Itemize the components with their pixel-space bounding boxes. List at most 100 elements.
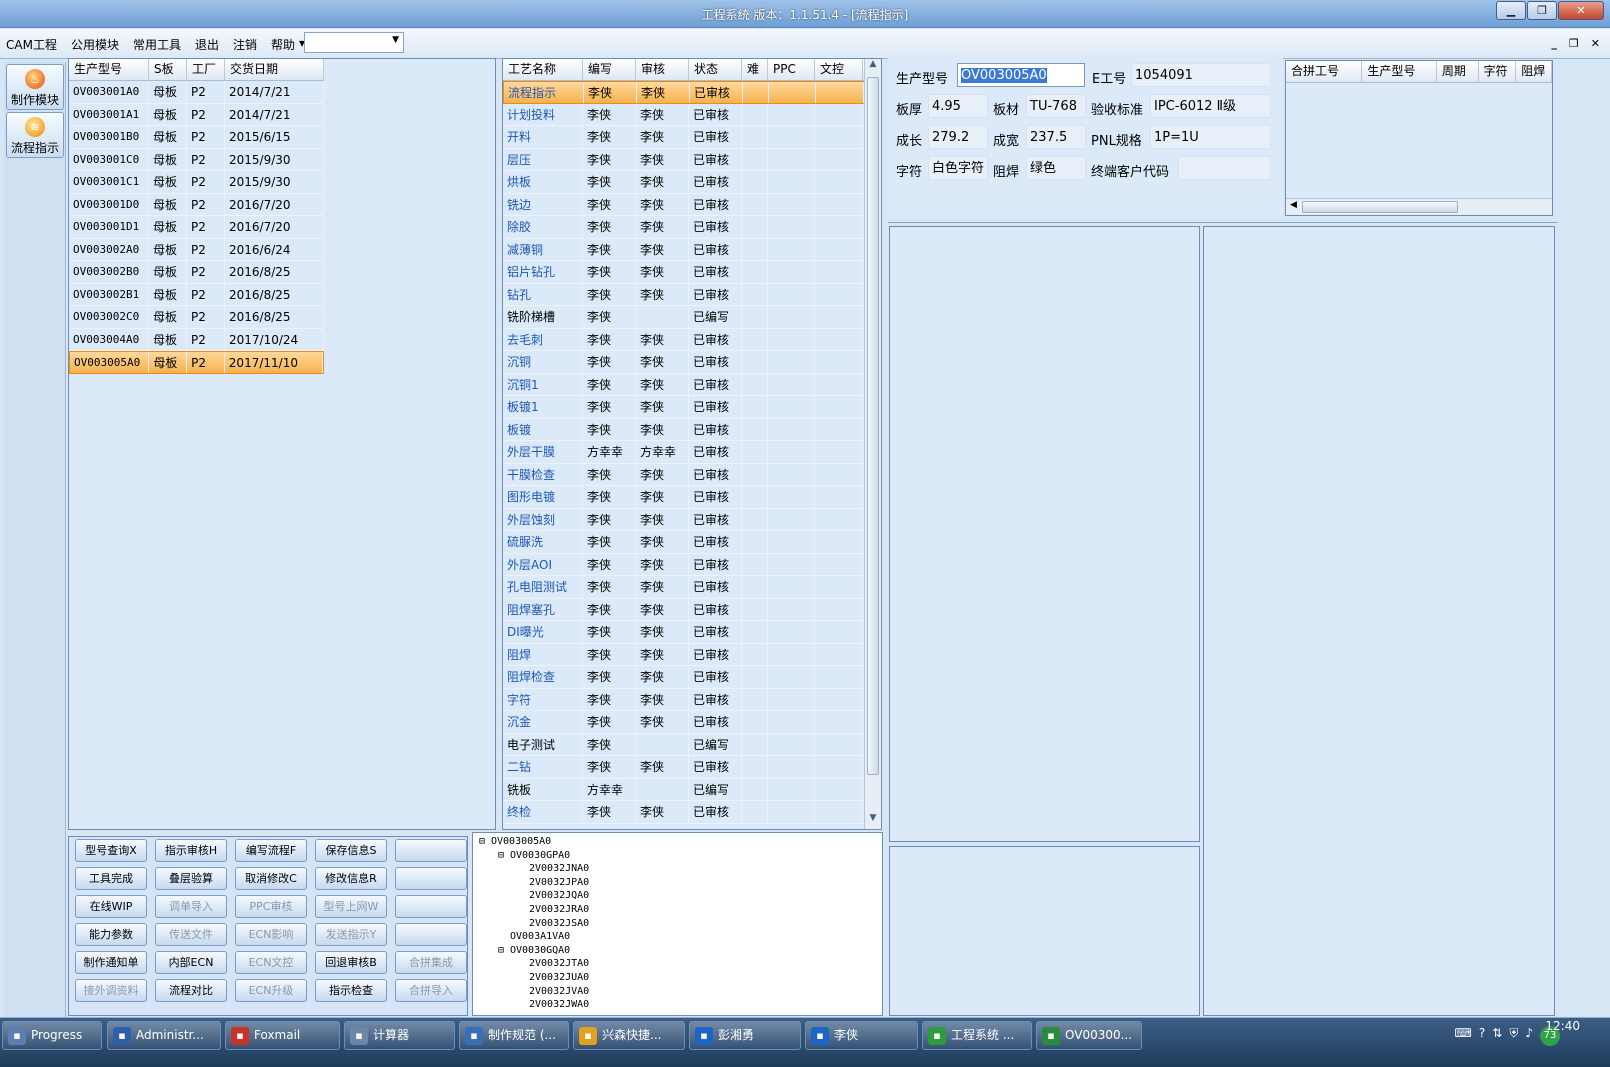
tree-node[interactable]: 2V0032JQA0 bbox=[529, 889, 589, 902]
tree-node[interactable]: 2V0032JUA0 bbox=[529, 971, 589, 984]
column-header[interactable]: 文控 bbox=[815, 59, 863, 80]
table-row[interactable]: 外层干膜 方幸幸 方幸幸 已审核 bbox=[503, 441, 865, 464]
table-row[interactable]: OV003005A0 母板 P2 2017/11/10 bbox=[69, 351, 324, 374]
table-row[interactable]: 开料 李侠 李侠 已审核 bbox=[503, 126, 865, 149]
taskbar-item[interactable]: ▪ OV00300... bbox=[1036, 1021, 1142, 1050]
table-row[interactable]: OV003001A0 母板 P2 2014/7/21 bbox=[69, 81, 324, 104]
menu-item[interactable]: 帮助 bbox=[271, 36, 295, 53]
nav-flow-button[interactable]: ≋ 流程指示 bbox=[6, 112, 64, 158]
scroll-down-icon[interactable]: ▼ bbox=[865, 813, 881, 829]
column-header[interactable]: 生产型号 bbox=[69, 59, 149, 80]
action-button[interactable]: 回退审核B bbox=[315, 951, 387, 974]
action-button[interactable] bbox=[395, 895, 467, 918]
table-row[interactable]: 阻焊塞孔 李侠 李侠 已审核 bbox=[503, 598, 865, 621]
action-button[interactable]: ECN文控 bbox=[235, 951, 307, 974]
table-row[interactable]: 铣边 李侠 李侠 已审核 bbox=[503, 193, 865, 216]
table-row[interactable]: 板镀1 李侠 李侠 已审核 bbox=[503, 396, 865, 419]
table-row[interactable]: OV003001C0 母板 P2 2015/9/30 bbox=[69, 148, 324, 171]
table-row[interactable]: 外层蚀刻 李侠 李侠 已审核 bbox=[503, 508, 865, 531]
thickness-field[interactable]: 4.95 bbox=[928, 94, 988, 118]
table-row[interactable]: 二钻 李侠 李侠 已审核 bbox=[503, 756, 865, 779]
scroll-left-icon[interactable]: ◀ bbox=[1290, 200, 1297, 210]
table-row[interactable]: OV003002B0 母板 P2 2016/8/25 bbox=[69, 261, 324, 284]
width-field[interactable]: 237.5 bbox=[1026, 125, 1086, 149]
table-row[interactable]: 孔电阻测试 李侠 李侠 已审核 bbox=[503, 576, 865, 599]
table-row[interactable]: 图形电镀 李侠 李侠 已审核 bbox=[503, 486, 865, 509]
tree-node[interactable]: 2V0032JWA0 bbox=[529, 998, 589, 1011]
taskbar-item[interactable]: ▪ 李侠 bbox=[805, 1021, 918, 1050]
taskbar-item[interactable]: ▪ 兴森快捷... bbox=[573, 1021, 685, 1050]
tree-node[interactable]: 2V0032JNA0 bbox=[529, 862, 589, 875]
table-row[interactable]: 沉金 李侠 李侠 已审核 bbox=[503, 711, 865, 734]
customer-code-field[interactable] bbox=[1178, 156, 1271, 180]
action-button[interactable]: 调单导入 bbox=[155, 895, 227, 918]
tree-node[interactable]: OV0030GPA0 bbox=[510, 849, 570, 862]
table-row[interactable]: 沉铜1 李侠 李侠 已审核 bbox=[503, 373, 865, 396]
table-row[interactable]: 终检 李侠 李侠 已审核 bbox=[503, 801, 865, 824]
tree-node[interactable]: 2V0032JPA0 bbox=[529, 876, 589, 889]
action-button[interactable]: 合拼集成 bbox=[395, 951, 467, 974]
action-button[interactable]: 取消修改C bbox=[235, 867, 307, 890]
table-row[interactable]: 减薄铜 李侠 李侠 已审核 bbox=[503, 238, 865, 261]
column-header[interactable]: 审核 bbox=[636, 59, 689, 80]
scroll-up-icon[interactable]: ▲ bbox=[865, 59, 881, 75]
tree-node[interactable]: OV003A1VA0 bbox=[510, 930, 570, 943]
mdi-minimize-icon[interactable]: _ bbox=[1551, 37, 1557, 50]
taskbar-item[interactable]: ▪ 彭湘勇 bbox=[689, 1021, 801, 1050]
tree-node[interactable]: 2V0032JTA0 bbox=[529, 957, 589, 970]
column-header[interactable]: 阻焊 bbox=[1516, 61, 1553, 82]
action-button[interactable]: 在线WIP bbox=[75, 895, 147, 918]
table-row[interactable]: OV003002B1 母板 P2 2016/8/25 bbox=[69, 283, 324, 306]
table-row[interactable]: OV003001A1 母板 P2 2014/7/21 bbox=[69, 103, 324, 126]
scroll-thumb[interactable] bbox=[867, 77, 879, 775]
table-row[interactable]: OV003001D1 母板 P2 2016/7/20 bbox=[69, 216, 324, 239]
table-row[interactable]: 板镀 李侠 李侠 已审核 bbox=[503, 418, 865, 441]
table-row[interactable]: OV003004A0 母板 P2 2017/10/24 bbox=[69, 328, 324, 351]
table-row[interactable]: 铣阶梯槽 李侠 已编写 bbox=[503, 306, 865, 329]
tree-node[interactable]: 2V0032JVA0 bbox=[529, 985, 589, 998]
tree-collapse-icon[interactable]: ⊟ bbox=[498, 849, 504, 862]
column-header[interactable]: 合拼工号 bbox=[1286, 61, 1363, 82]
help-icon[interactable]: ? bbox=[1479, 1026, 1485, 1046]
tree-node[interactable]: 2V0032JRA0 bbox=[529, 903, 589, 916]
column-header[interactable]: 工厂 bbox=[187, 59, 225, 80]
taskbar-item[interactable]: ▪ 制作规范 (... bbox=[459, 1021, 569, 1050]
action-button[interactable]: 叠层验算 bbox=[155, 867, 227, 890]
action-button[interactable] bbox=[395, 923, 467, 946]
table-row[interactable]: 字符 李侠 李侠 已审核 bbox=[503, 688, 865, 711]
taskbar-item[interactable]: ▪ Administr... bbox=[107, 1021, 221, 1050]
shield-icon[interactable]: ⛨ bbox=[1509, 1026, 1518, 1046]
process-scrollbar[interactable]: ▲ ▼ bbox=[864, 59, 881, 829]
table-row[interactable]: DI曝光 李侠 李侠 已审核 bbox=[503, 621, 865, 644]
tree-collapse-icon[interactable]: ⊟ bbox=[479, 835, 485, 848]
network-icon[interactable]: ⇅ bbox=[1492, 1026, 1502, 1046]
action-button[interactable]: 发送指示Y bbox=[315, 923, 387, 946]
table-row[interactable]: OV003002C0 母板 P2 2016/8/25 bbox=[69, 306, 324, 329]
action-button[interactable]: 修改信息R bbox=[315, 867, 387, 890]
table-row[interactable]: 铣板 方幸幸 已编写 bbox=[503, 778, 865, 801]
table-row[interactable]: 外层AOI 李侠 李侠 已审核 bbox=[503, 553, 865, 576]
menu-item[interactable]: 退出 bbox=[195, 36, 219, 53]
table-row[interactable]: 沉铜 李侠 李侠 已审核 bbox=[503, 351, 865, 374]
table-row[interactable]: 层压 李侠 李侠 已审核 bbox=[503, 148, 865, 171]
table-row[interactable]: 烘板 李侠 李侠 已审核 bbox=[503, 171, 865, 194]
standard-field[interactable]: IPC-6012 Ⅱ级 bbox=[1150, 94, 1271, 118]
action-button[interactable]: 编写流程F bbox=[235, 839, 307, 862]
maximize-button[interactable]: ❐ bbox=[1527, 1, 1557, 20]
merge-hscrollbar[interactable]: ◀ bbox=[1286, 198, 1552, 215]
action-button[interactable]: 合拼导入 bbox=[395, 979, 467, 1002]
action-button[interactable]: ECN影响 bbox=[235, 923, 307, 946]
table-row[interactable]: 硫脲洗 李侠 李侠 已审核 bbox=[503, 531, 865, 554]
table-row[interactable]: 阻焊 李侠 李侠 已审核 bbox=[503, 643, 865, 666]
action-button[interactable]: 传送文件 bbox=[155, 923, 227, 946]
menu-item[interactable]: 注销 bbox=[233, 36, 257, 53]
column-header[interactable]: 工艺名称 bbox=[503, 59, 583, 80]
action-button[interactable] bbox=[395, 839, 467, 862]
column-header[interactable]: S板 bbox=[149, 59, 187, 80]
column-header[interactable]: 字符 bbox=[1479, 61, 1517, 82]
action-button[interactable]: 接外调资料 bbox=[75, 979, 147, 1002]
tree-node[interactable]: OV0030GQA0 bbox=[510, 944, 570, 957]
column-header[interactable]: 难 bbox=[742, 59, 768, 80]
taskbar-item[interactable]: ▪ 计算器 bbox=[344, 1021, 455, 1050]
column-header[interactable]: 状态 bbox=[689, 59, 742, 80]
